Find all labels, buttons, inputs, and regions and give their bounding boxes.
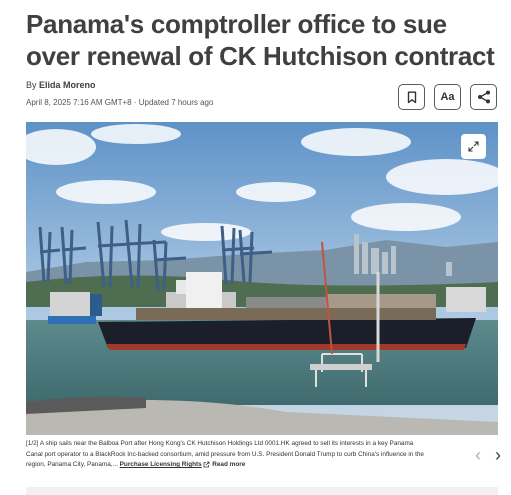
author-link[interactable]: Elida Moreno bbox=[39, 80, 96, 90]
expand-icon bbox=[468, 141, 479, 152]
purchase-licensing-link[interactable]: Purchase Licensing Rights bbox=[120, 461, 202, 468]
share-button[interactable] bbox=[470, 84, 497, 110]
next-image-button[interactable]: › bbox=[495, 446, 501, 464]
bookmark-icon bbox=[407, 91, 416, 103]
carousel-nav: ‹ › bbox=[475, 446, 501, 464]
external-link-icon bbox=[204, 461, 210, 468]
content-divider bbox=[26, 487, 498, 495]
dateline: April 8, 2025 7:16 AM GMT+8 · Updated 7 … bbox=[26, 98, 214, 107]
byline-prefix: By bbox=[26, 80, 40, 90]
article-photo[interactable] bbox=[26, 122, 498, 435]
byline: By Elida Moreno bbox=[26, 80, 96, 90]
photo-caption: [1/2] A ship sails near the Balboa Port … bbox=[26, 439, 431, 471]
expand-photo-button[interactable] bbox=[461, 134, 486, 159]
article-headline: Panama's comptroller office to sue over … bbox=[26, 9, 495, 71]
read-more-link[interactable]: Read more bbox=[212, 461, 245, 468]
text-size-button[interactable]: Aa bbox=[434, 84, 461, 110]
prev-image-button[interactable]: ‹ bbox=[475, 446, 481, 464]
article-actions: Aa bbox=[398, 84, 497, 110]
bookmark-button[interactable] bbox=[398, 84, 425, 110]
port-photo-image bbox=[26, 122, 498, 435]
share-icon bbox=[477, 90, 490, 104]
